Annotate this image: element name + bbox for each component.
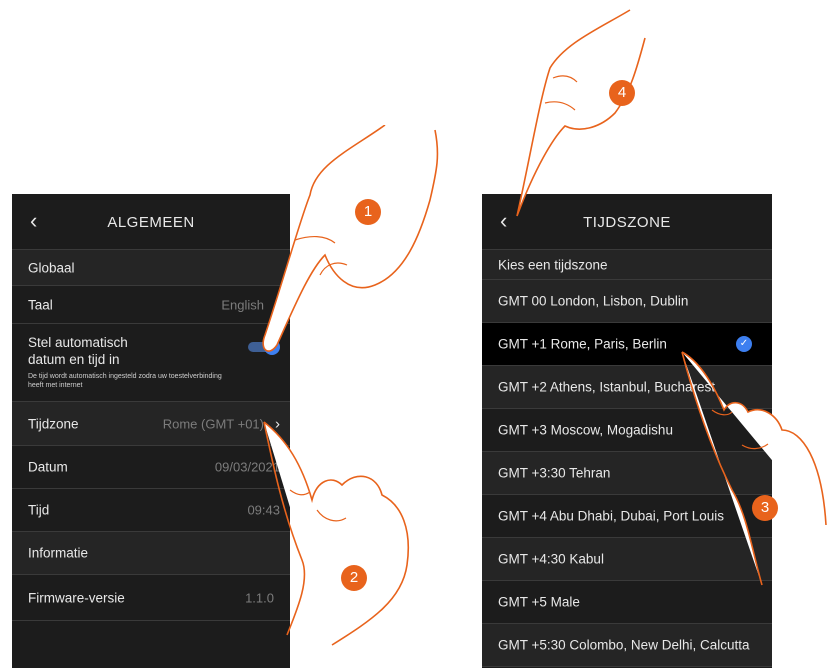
date-row[interactable]: Datum 09/03/2021: [12, 446, 290, 489]
timezone-value: Rome (GMT +01): [162, 416, 264, 431]
timezone-prompt: Kies een tijdszone: [482, 250, 772, 280]
section-informatie: Informatie: [12, 532, 290, 575]
timezone-option-label: GMT +3:30 Tehran: [498, 465, 611, 481]
timezone-label: Tijdzone: [28, 416, 79, 431]
timezone-row[interactable]: Tijdzone Rome (GMT +01) ›: [12, 402, 290, 446]
time-value: 09:43: [247, 502, 280, 518]
chevron-right-icon: ›: [275, 296, 280, 313]
toggle-knob: [264, 339, 280, 355]
timezone-option-label: GMT +5:30 Colombo, New Delhi, Calcutta: [498, 637, 750, 653]
timezone-option[interactable]: GMT +4:30 Kabul: [482, 538, 772, 581]
timezone-option[interactable]: GMT 00 London, Lisbon, Dublin: [482, 280, 772, 323]
section-globaal: Globaal: [12, 250, 290, 286]
timezone-list: GMT 00 London, Lisbon, Dublin GMT +1 Rome…: [482, 280, 772, 667]
algemeen-screen: ‹ ALGEMEEN Globaal Taal English › Stel a…: [12, 194, 290, 668]
chevron-right-icon: ›: [275, 415, 280, 432]
timezone-option[interactable]: GMT +4 Abu Dhabi, Dubai, Port Louis: [482, 495, 772, 538]
auto-datetime-toggle[interactable]: [248, 339, 280, 355]
firmware-value: 1.1.0: [245, 590, 274, 605]
date-label: Datum: [28, 459, 68, 475]
language-row[interactable]: Taal English ›: [12, 286, 290, 324]
timezone-option[interactable]: GMT +3:30 Tehran: [482, 452, 772, 495]
tijdszone-screen: ‹ TIJDSZONE Kies een tijdszone GMT 00 Lo…: [482, 194, 772, 668]
timezone-option[interactable]: GMT +5 Male: [482, 581, 772, 624]
header: ‹ ALGEMEEN: [12, 194, 290, 250]
section-label: Globaal: [28, 260, 75, 275]
page-title: TIJDSZONE: [583, 214, 671, 231]
language-label: Taal: [28, 297, 53, 312]
step-badge-1: 1: [355, 199, 381, 225]
step-badge-2: 2: [341, 565, 367, 591]
time-label: Tijd: [28, 502, 50, 518]
timezone-option[interactable]: GMT +5:30 Colombo, New Delhi, Calcutta: [482, 624, 772, 667]
timezone-option-label: GMT +4:30 Kabul: [498, 551, 604, 567]
time-row[interactable]: Tijd 09:43: [12, 489, 290, 532]
pointing-hand-icon: [516, 9, 646, 217]
timezone-option-label: GMT 00 London, Lisbon, Dublin: [498, 293, 689, 309]
firmware-label: Firmware-versie: [28, 590, 125, 605]
language-value: English: [221, 297, 264, 312]
checkmark-icon: ✓: [736, 336, 752, 352]
timezone-option[interactable]: GMT +2 Athens, Istanbul, Bucharest: [482, 366, 772, 409]
timezone-option[interactable]: GMT +3 Moscow, Mogadishu: [482, 409, 772, 452]
date-value: 09/03/2021: [214, 459, 280, 475]
step-badge-3: 3: [752, 495, 778, 521]
timezone-option-label: GMT +3 Moscow, Mogadishu: [498, 422, 673, 438]
auto-datetime-row: Stel automatisch datum en tijd in De tij…: [12, 324, 290, 402]
prompt-label: Kies een tijdszone: [498, 257, 608, 272]
timezone-option-label: GMT +1 Rome, Paris, Berlin: [498, 336, 667, 352]
timezone-option-label: GMT +5 Male: [498, 594, 580, 610]
firmware-row: Firmware-versie 1.1.0: [12, 575, 290, 621]
step-badge-4: 4: [609, 80, 635, 106]
page-title: ALGEMEEN: [107, 214, 195, 231]
timezone-option-label: GMT +4 Abu Dhabi, Dubai, Port Louis: [498, 508, 724, 524]
auto-datetime-hint: De tijd wordt automatisch ingesteld zodr…: [28, 373, 222, 389]
timezone-option[interactable]: GMT +1 Rome, Paris, Berlin ✓: [482, 323, 772, 366]
section-label: Informatie: [28, 545, 89, 561]
auto-datetime-label-1: Stel automatisch: [28, 335, 128, 350]
timezone-option-label: GMT +2 Athens, Istanbul, Bucharest: [498, 379, 715, 395]
header: ‹ TIJDSZONE: [482, 194, 772, 250]
auto-datetime-label-2: datum en tijd in: [28, 352, 120, 367]
